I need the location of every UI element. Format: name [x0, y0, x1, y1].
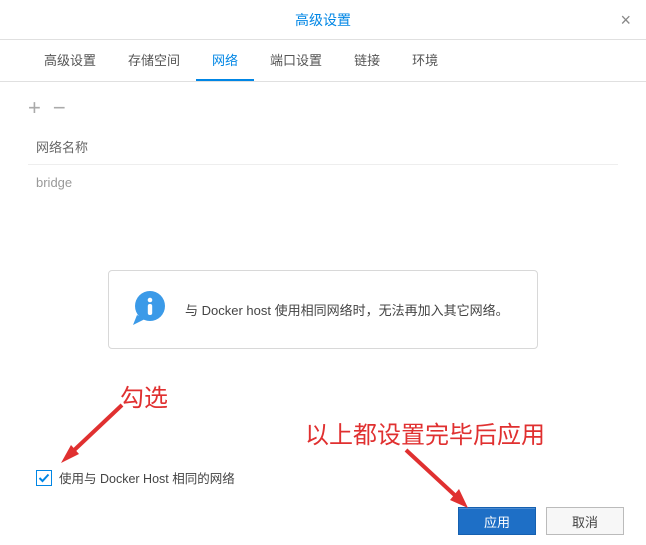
cancel-button[interactable]: 取消 — [546, 507, 624, 535]
content-area: + − 网络名称 bridge 与 Docker host 使用相同网络时，无法… — [0, 82, 646, 369]
table-row[interactable]: bridge — [28, 165, 618, 200]
tab-ports[interactable]: 端口设置 — [254, 40, 338, 81]
toolbar: + − — [28, 82, 618, 129]
arrow-icon — [398, 445, 478, 515]
arrow-icon — [57, 400, 132, 470]
tab-advanced[interactable]: 高级设置 — [28, 40, 112, 81]
tab-network[interactable]: 网络 — [196, 40, 254, 81]
table-header-network-name: 网络名称 — [28, 129, 618, 165]
button-row: 应用 取消 — [458, 507, 624, 535]
tab-environment[interactable]: 环境 — [396, 40, 454, 81]
tab-bar: 高级设置 存储空间 网络 端口设置 链接 环境 — [0, 40, 646, 82]
checkbox-use-host-network[interactable]: 使用与 Docker Host 相同的网络 — [36, 468, 235, 487]
info-icon — [131, 289, 169, 330]
remove-icon[interactable]: − — [53, 97, 66, 119]
add-icon[interactable]: + — [28, 97, 41, 119]
tab-storage[interactable]: 存储空间 — [112, 40, 196, 81]
info-box: 与 Docker host 使用相同网络时，无法再加入其它网络。 — [108, 270, 538, 349]
info-text: 与 Docker host 使用相同网络时，无法再加入其它网络。 — [185, 300, 509, 319]
tab-links[interactable]: 链接 — [338, 40, 396, 81]
close-icon[interactable]: × — [620, 10, 631, 31]
dialog-title: 高级设置 — [295, 10, 351, 30]
dialog-header: 高级设置 × — [0, 0, 646, 40]
checkbox-icon — [36, 470, 52, 486]
checkbox-label: 使用与 Docker Host 相同的网络 — [59, 468, 235, 487]
